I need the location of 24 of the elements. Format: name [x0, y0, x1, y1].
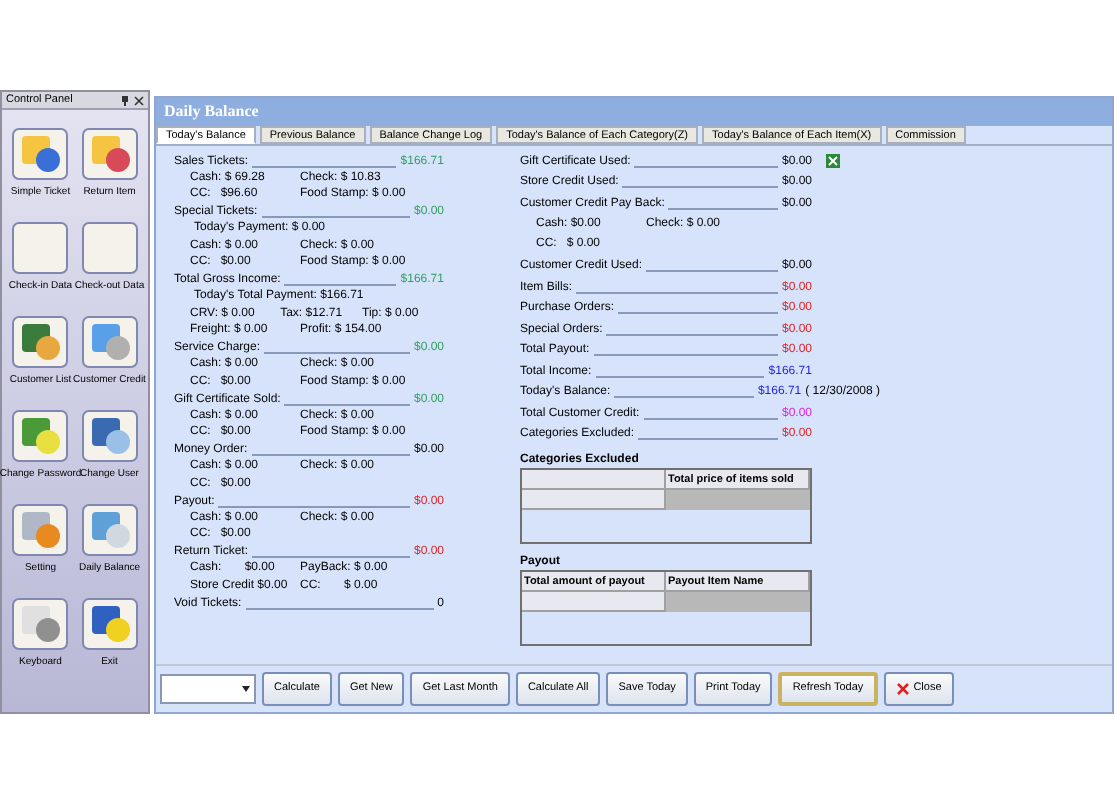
caret-icon: [242, 686, 250, 692]
tool-icon[interactable]: [12, 410, 69, 462]
table-cell: [522, 592, 666, 612]
column-header: [522, 470, 666, 490]
tool-icon[interactable]: [12, 504, 69, 556]
blank-icon[interactable]: [81, 222, 138, 274]
spreadsheet-icon[interactable]: [826, 154, 840, 168]
tool-icon[interactable]: [81, 504, 138, 556]
window-title: Daily Balance: [164, 100, 259, 124]
tool-icon[interactable]: [12, 128, 69, 180]
tool-icon[interactable]: [81, 410, 138, 462]
table-cell: [522, 490, 666, 510]
table-cell: [666, 490, 810, 510]
pin-icon[interactable]: [120, 95, 130, 105]
tool-icon[interactable]: [81, 128, 138, 180]
tool-icon[interactable]: [12, 316, 69, 368]
tool-icon[interactable]: [81, 598, 138, 650]
dropdown-field[interactable]: [160, 674, 256, 704]
close-icon: [895, 682, 910, 696]
table-cell: [666, 592, 810, 612]
close-icon[interactable]: [134, 95, 144, 105]
tool-icon[interactable]: [12, 598, 69, 650]
tool-icon[interactable]: [81, 316, 138, 368]
blank-icon[interactable]: [12, 222, 69, 274]
